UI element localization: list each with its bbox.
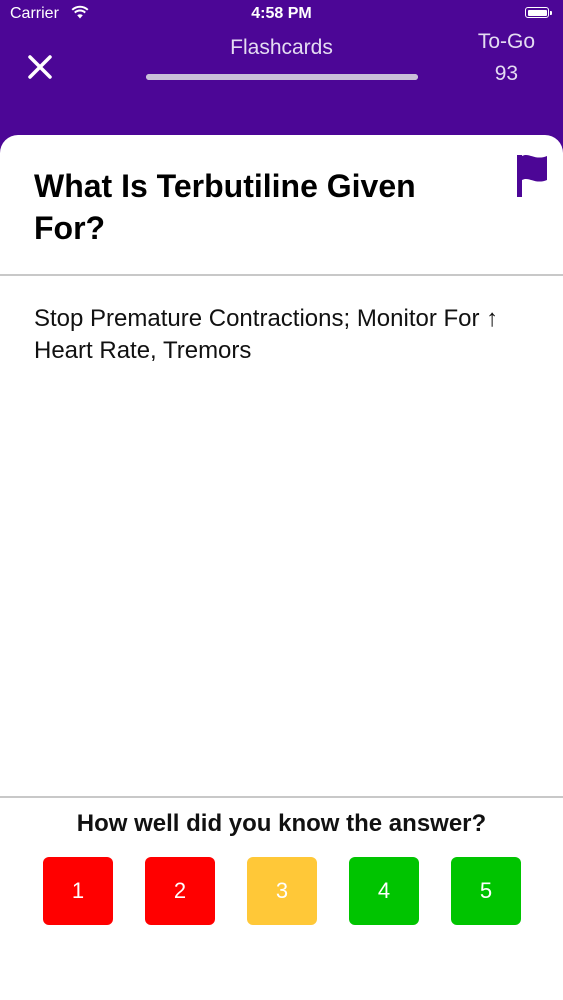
to-go-label: To-Go [477, 30, 535, 53]
header: Flashcards To-Go 93 [0, 30, 563, 134]
rating-prompt: How well did you know the answer? [76, 810, 487, 837]
status-bar: Carrier 4:58 PM [0, 0, 563, 30]
rating-panel: How well did you know the answer? 1 2 3 … [0, 796, 563, 1000]
rating-button-5[interactable]: 5 [451, 857, 521, 925]
battery-icon [525, 7, 552, 18]
rating-button-2[interactable]: 2 [145, 857, 215, 925]
rating-button-4[interactable]: 4 [349, 857, 419, 925]
to-go-counter: To-Go 93 [478, 30, 535, 86]
progress-bar [146, 74, 418, 80]
to-go-count: 93 [494, 62, 519, 85]
status-time: 4:58 PM [251, 5, 312, 22]
question-text: What Is Terbutiline Given For? [34, 168, 416, 246]
rating-button-3[interactable]: 3 [247, 857, 317, 925]
progress-fill [146, 74, 418, 80]
rating-button-1[interactable]: 1 [43, 857, 113, 925]
divider [0, 274, 563, 276]
answer-text: Stop Premature Contractions; Monitor For… [34, 305, 499, 364]
flag-icon[interactable] [515, 153, 549, 199]
flashcard: What Is Terbutiline Given For? Stop Prem… [0, 135, 563, 1000]
